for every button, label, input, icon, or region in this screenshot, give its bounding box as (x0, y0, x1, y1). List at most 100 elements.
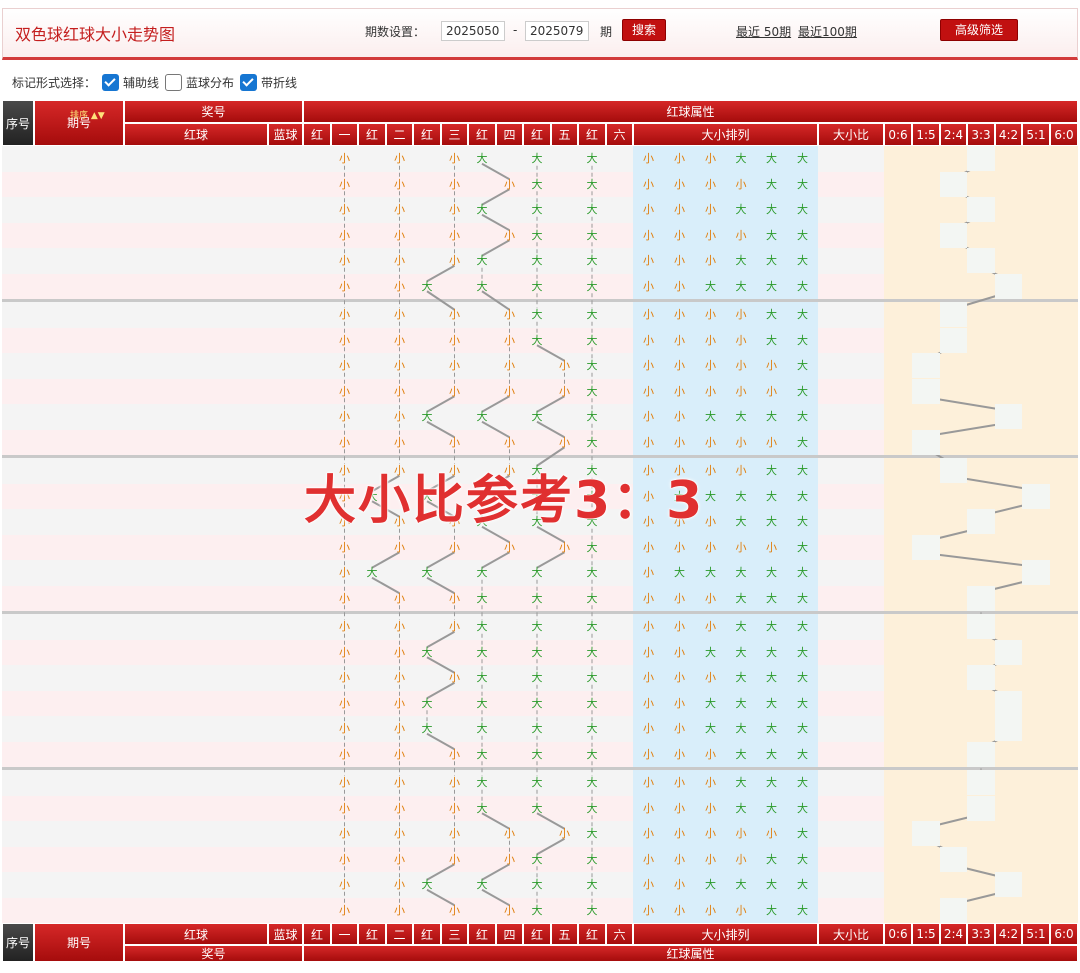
header-position: 六 (606, 123, 633, 146)
small-mark: 小 (339, 435, 350, 449)
small-mark: 小 (394, 776, 405, 789)
footer-ratio-option: 4:2 (995, 923, 1022, 945)
pattern-small: 小 (643, 359, 654, 372)
pattern-small: 小 (735, 177, 747, 191)
row-blue-ball (268, 742, 303, 767)
row-seq (2, 302, 34, 327)
row-red-balls (124, 716, 268, 741)
pattern-big: 大 (766, 566, 777, 579)
row-blue-ball (268, 560, 303, 585)
small-mark: 小 (339, 203, 350, 216)
ratio-mark (967, 795, 995, 821)
ratio-mark (995, 872, 1022, 897)
footer-red: 红球 (124, 923, 268, 945)
header-ratio-option: 5:1 (1022, 123, 1050, 146)
footer-ratio-option: 1:5 (912, 923, 940, 945)
row-ratio (818, 716, 884, 741)
pattern-big: 大 (766, 228, 777, 242)
header-pattern: 大小排列 (633, 123, 818, 146)
big-mark: 大 (531, 696, 543, 710)
row-seq (2, 847, 34, 872)
pattern-big: 大 (735, 722, 747, 735)
pattern-big: 大 (735, 776, 747, 789)
row-seq (2, 172, 34, 197)
row-seq (2, 770, 34, 795)
small-mark: 小 (449, 827, 460, 840)
small-mark: 小 (449, 254, 460, 267)
pattern-small: 小 (735, 852, 747, 866)
pattern-small: 小 (705, 228, 716, 242)
big-mark: 大 (586, 722, 598, 735)
pattern-big: 大 (797, 177, 808, 191)
small-mark: 小 (339, 620, 350, 633)
row-red-balls (124, 172, 268, 197)
small-mark: 小 (394, 747, 405, 761)
pattern-big: 大 (735, 254, 747, 267)
row-red-balls (124, 586, 268, 611)
small-mark: 小 (449, 203, 460, 216)
ratio-mark (967, 197, 995, 222)
footer-ratio-option: 0:6 (884, 923, 912, 945)
pattern-big: 大 (797, 203, 808, 216)
small-mark: 小 (339, 308, 350, 321)
row-blue-ball (268, 847, 303, 872)
row-period (34, 640, 124, 665)
pattern-big: 大 (797, 566, 808, 579)
small-mark: 小 (504, 308, 515, 321)
pattern-small: 小 (643, 279, 654, 293)
header-position: 五 (551, 123, 578, 146)
row-blue-ball (268, 379, 303, 404)
row-seq (2, 665, 34, 690)
sort-toggle[interactable]: 排序 ▲▼ (70, 111, 105, 121)
small-mark: 小 (339, 645, 350, 659)
big-mark: 大 (586, 776, 598, 789)
small-mark: 小 (339, 228, 350, 242)
row-blue-ball (268, 821, 303, 846)
row-blue-ball (268, 716, 303, 741)
pattern-small: 小 (766, 827, 777, 840)
small-mark: 小 (339, 540, 350, 554)
pattern-big: 大 (735, 566, 747, 579)
small-mark: 小 (394, 801, 405, 815)
pattern-big: 大 (766, 177, 777, 191)
pattern-small: 小 (674, 645, 685, 659)
footer-ratio-option: 6:0 (1050, 923, 1078, 945)
small-mark: 小 (339, 279, 350, 293)
row-blue-ball (268, 458, 303, 483)
big-mark: 大 (586, 359, 598, 372)
big-mark: 大 (586, 696, 598, 710)
row-ratio (818, 691, 884, 716)
pattern-small: 小 (705, 591, 716, 605)
pattern-big: 大 (766, 152, 777, 165)
big-mark: 大 (476, 152, 488, 165)
row-blue-ball (268, 614, 303, 639)
small-mark: 小 (394, 620, 405, 633)
small-mark: 小 (504, 359, 515, 372)
big-mark: 大 (476, 203, 488, 216)
pattern-big: 大 (766, 722, 777, 735)
big-mark: 大 (531, 852, 543, 866)
pattern-big: 大 (705, 410, 716, 423)
row-ratio (818, 742, 884, 767)
big-mark: 大 (421, 566, 433, 579)
pattern-small: 小 (735, 903, 747, 917)
small-mark: 小 (339, 152, 350, 165)
ratio-mark (1022, 483, 1050, 509)
big-mark: 大 (586, 852, 598, 866)
row-period (34, 742, 124, 767)
big-mark: 大 (586, 566, 598, 579)
row-period (34, 535, 124, 560)
pattern-big: 大 (705, 722, 716, 735)
pattern-big: 大 (797, 435, 808, 449)
pattern-big: 大 (797, 254, 808, 267)
ratio-mark (967, 665, 995, 690)
row-ratio (818, 353, 884, 378)
pattern-small: 小 (674, 747, 685, 761)
row-red-balls (124, 872, 268, 897)
footer-position: 四 (496, 923, 523, 945)
pattern-big: 大 (766, 801, 777, 815)
pattern-big: 大 (735, 591, 747, 605)
row-seq (2, 328, 34, 353)
small-mark: 小 (559, 827, 570, 840)
row-red-balls (124, 146, 268, 171)
